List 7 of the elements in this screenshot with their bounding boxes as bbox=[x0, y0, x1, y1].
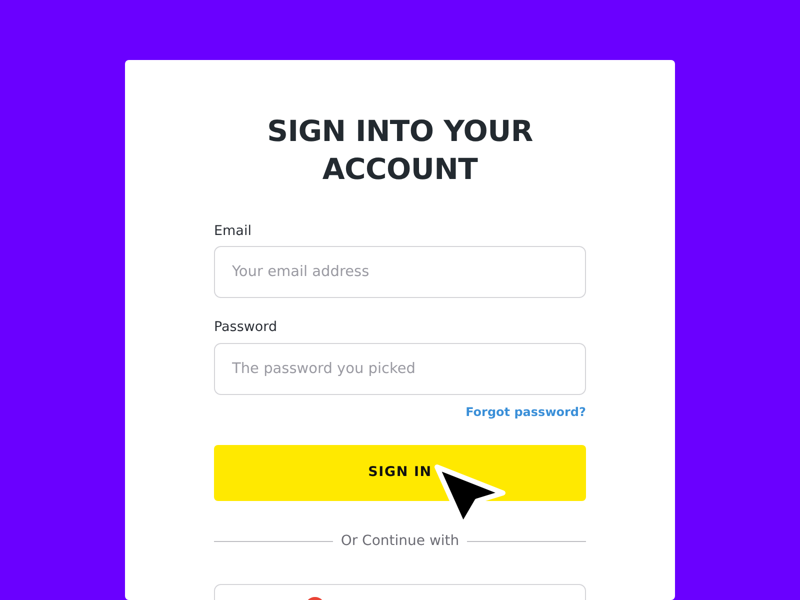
email-field[interactable]: Your email address bbox=[214, 246, 586, 298]
field-label: Email bbox=[214, 222, 252, 241]
divider-text: Or Continue with bbox=[340, 532, 460, 550]
sign-in-button[interactable]: SIGN IN bbox=[214, 444, 586, 500]
form-heading: SIGN INTO YOUR ACCOUNT bbox=[266, 113, 534, 188]
password-field[interactable]: The password you picked bbox=[214, 342, 586, 394]
field-label: Password bbox=[214, 318, 278, 338]
